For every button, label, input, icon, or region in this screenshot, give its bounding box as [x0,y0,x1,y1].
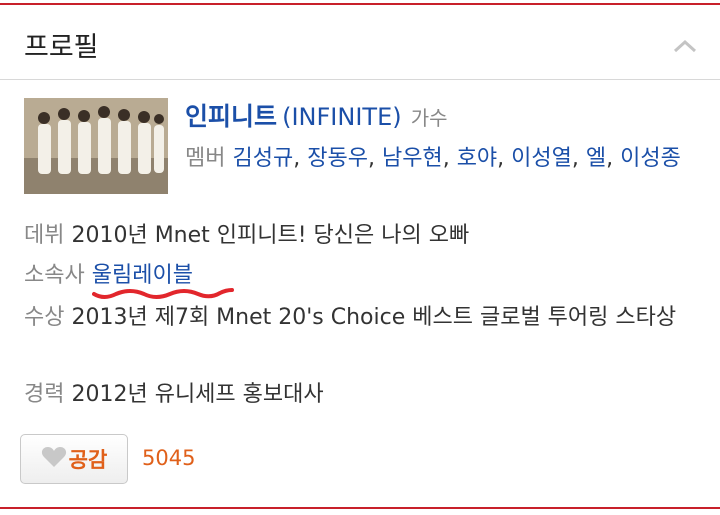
member-link[interactable]: 엘 [586,146,606,171]
member-link[interactable]: 장동우 [307,146,368,171]
like-button[interactable]: 공감 [20,434,128,484]
award-label: 수상 [24,305,65,330]
career-row: 경력 2012년 유니세프 홍보대사 [24,378,324,412]
artist-english-name[interactable]: (INFINITE) [282,103,402,131]
like-label: 공감 [68,448,108,472]
section-title: 프로필 [24,32,99,63]
members-label: 멤버 [185,146,226,171]
career-label: 경력 [24,382,65,407]
debut-row: 데뷔 2010년 Mnet 인피니트! 당신은 나의 오빠 [24,219,469,253]
members-row: 멤버 김성규, 장동우, 남우현, 호야, 이성열, 엘, 이성종 [185,146,681,171]
artist-role: 가수 [410,106,448,130]
award-value: 2013년 제7회 Mnet 20's Choice 베스트 글로벌 투어링 스… [71,305,677,330]
like-count: 5045 [142,446,196,470]
artist-name-line: 인피니트 (INFINITE) 가수 [185,97,448,133]
agency-label: 소속사 [24,263,85,288]
member-link[interactable]: 이성종 [620,146,681,171]
debut-label: 데뷔 [24,223,65,248]
career-value: 2012년 유니세프 홍보대사 [71,382,324,407]
chevron-up-icon[interactable] [673,38,697,57]
award-row: 수상 2013년 제7회 Mnet 20's Choice 베스트 글로벌 투어… [24,301,700,335]
artist-name-link[interactable]: 인피니트 [185,102,277,131]
profile-header[interactable]: 프로필 [0,5,720,79]
member-link[interactable]: 김성규 [232,146,293,171]
member-link[interactable]: 남우현 [382,146,443,171]
header-divider [0,79,720,80]
member-link[interactable]: 이성열 [511,146,572,171]
bottom-border [0,507,720,509]
member-link[interactable]: 호야 [457,146,497,171]
artist-photo[interactable] [24,98,168,194]
debut-value: 2010년 Mnet 인피니트! 당신은 나의 오빠 [71,223,470,248]
heart-icon [41,446,67,472]
